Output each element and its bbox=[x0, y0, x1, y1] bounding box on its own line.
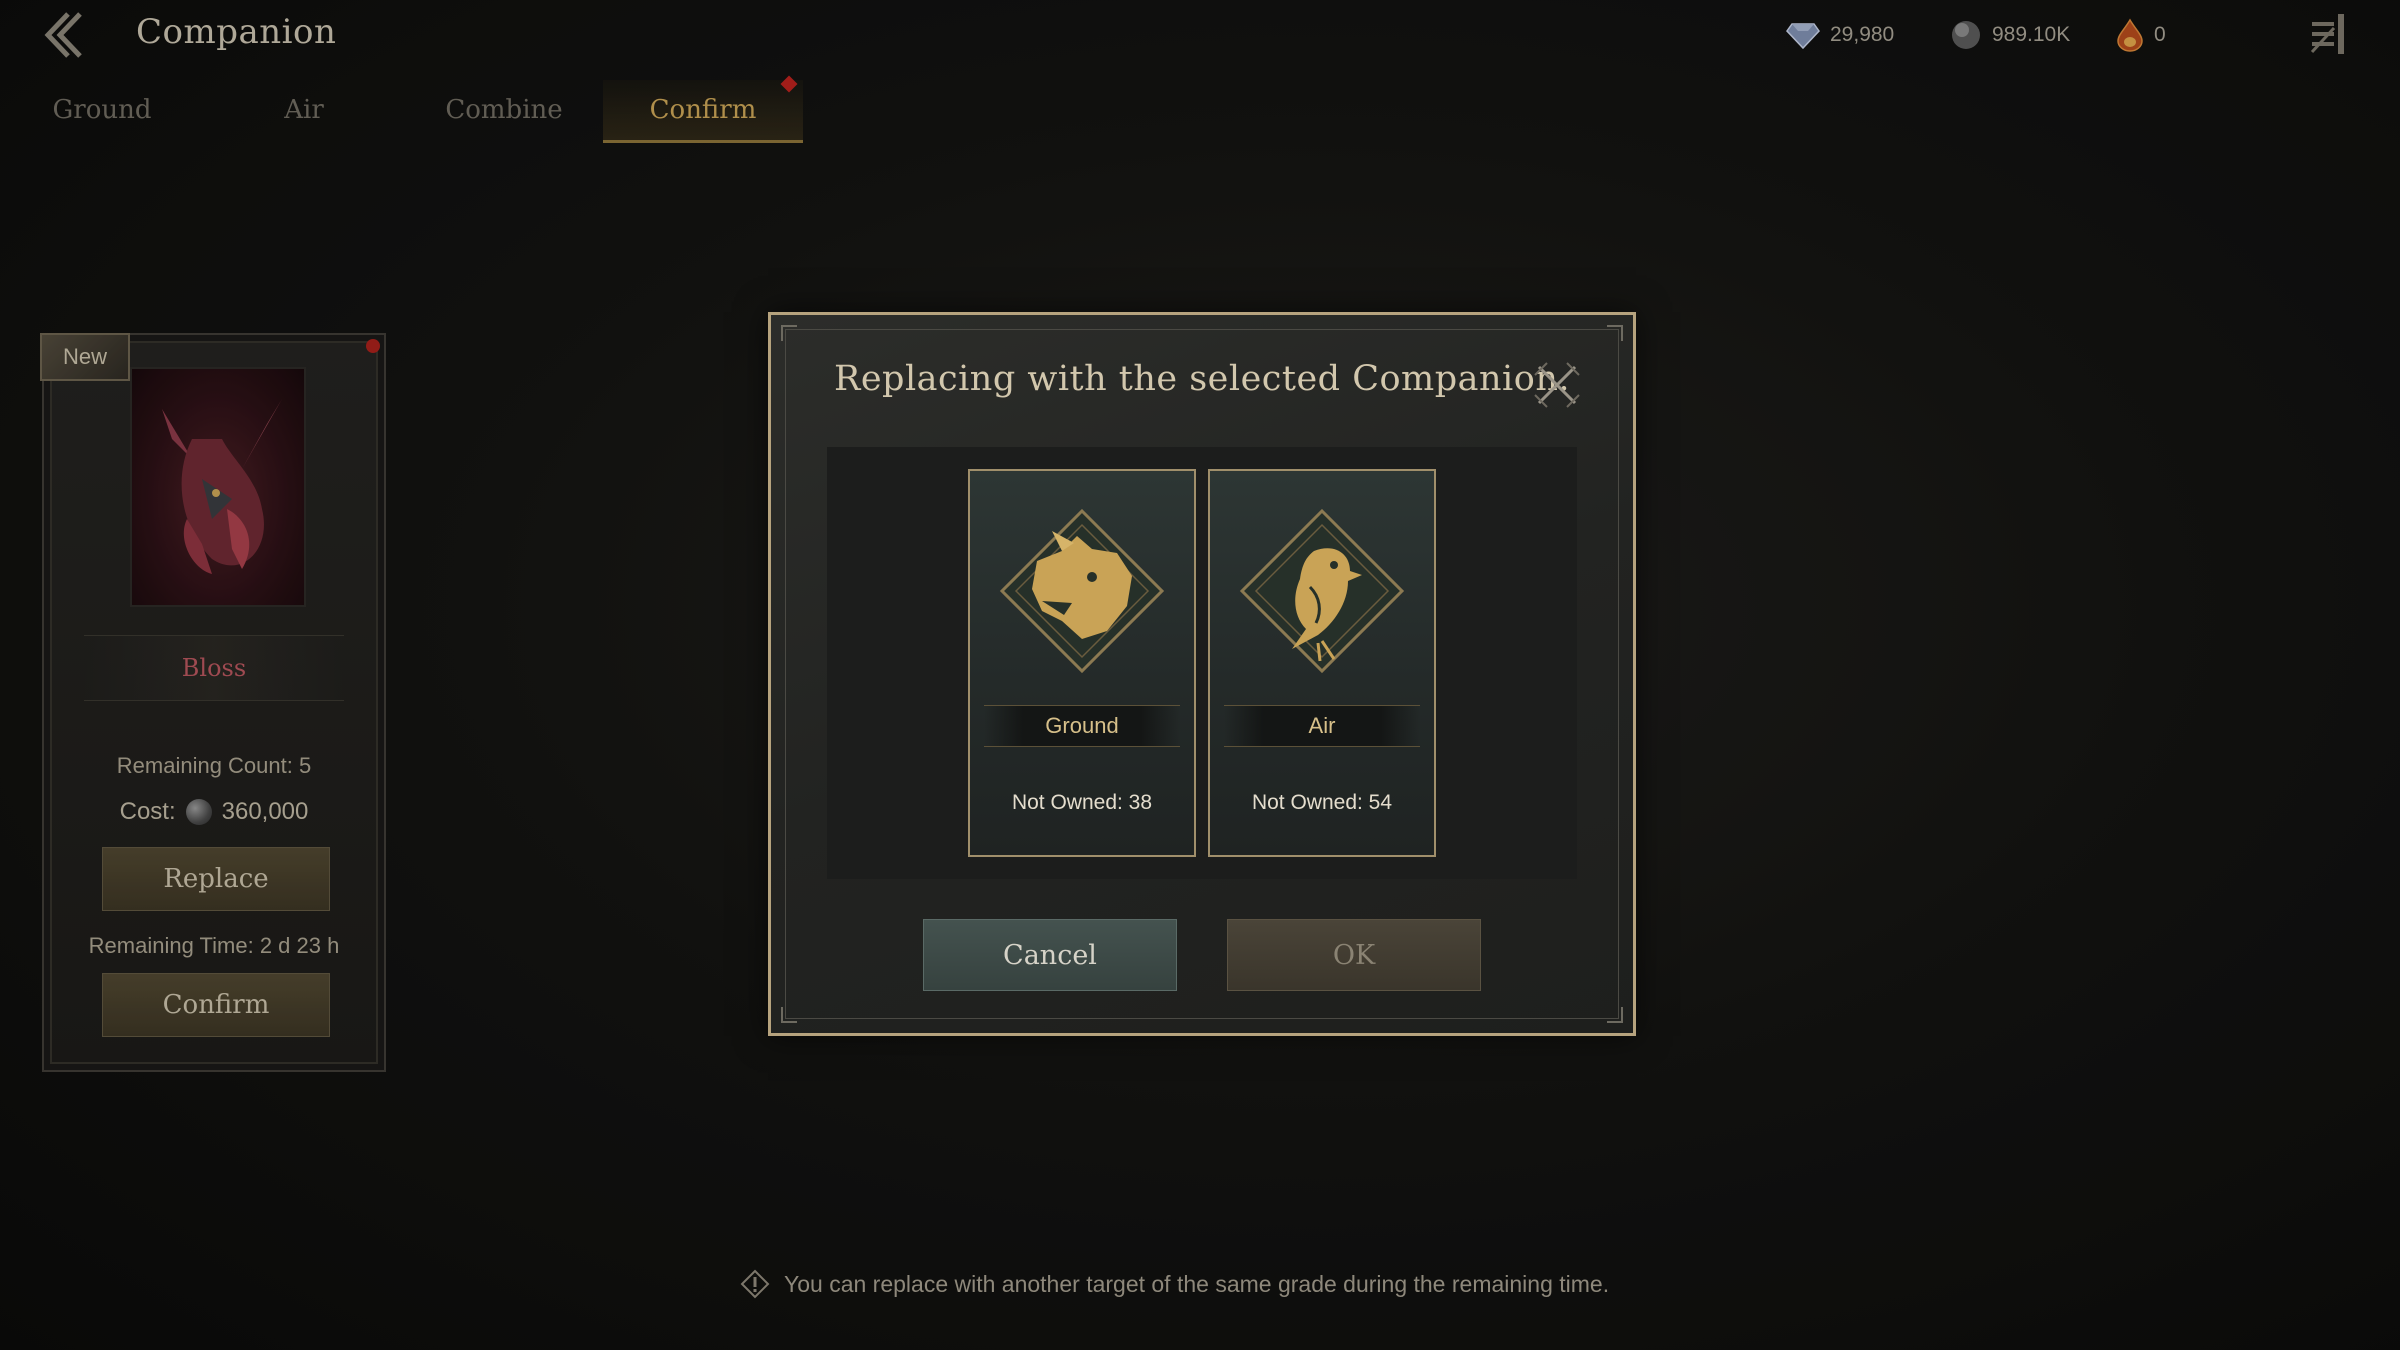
option-ground-count: Not Owned: 38 bbox=[1011, 791, 1153, 814]
frame-corner bbox=[1607, 1007, 1623, 1023]
raven-emblem-icon bbox=[1239, 508, 1405, 674]
frame-corner bbox=[1607, 325, 1623, 341]
option-air[interactable]: Air Not Owned: 54 bbox=[1208, 469, 1436, 857]
warning-icon bbox=[740, 1269, 770, 1299]
option-air-count: Not Owned: 54 bbox=[1251, 791, 1393, 814]
companion-screen: Companion 29,980 989.10K 0 Ground Air Co… bbox=[0, 0, 2400, 1350]
dialog-title: Replacing with the selected Companion. bbox=[833, 359, 1570, 399]
ok-button[interactable]: OK bbox=[1227, 919, 1481, 991]
option-air-label: Air bbox=[1224, 705, 1420, 747]
notice-text: You can replace with another target of t… bbox=[784, 1270, 1610, 1297]
cancel-button[interactable]: Cancel bbox=[923, 919, 1177, 991]
replace-dialog: Replacing with the selected Companion. G… bbox=[768, 312, 1636, 1036]
option-ground[interactable]: Ground Not Owned: 38 bbox=[968, 469, 1196, 857]
bottom-notice: You can replace with another target of t… bbox=[740, 1266, 1609, 1302]
frame-corner bbox=[781, 325, 797, 341]
frame-corner bbox=[781, 1007, 797, 1023]
option-ground-label: Ground bbox=[984, 705, 1180, 747]
close-icon[interactable] bbox=[1533, 361, 1581, 409]
option-area: Ground Not Owned: 38 Air Not Owned: 54 bbox=[827, 447, 1577, 879]
wolf-emblem-icon bbox=[999, 508, 1165, 674]
